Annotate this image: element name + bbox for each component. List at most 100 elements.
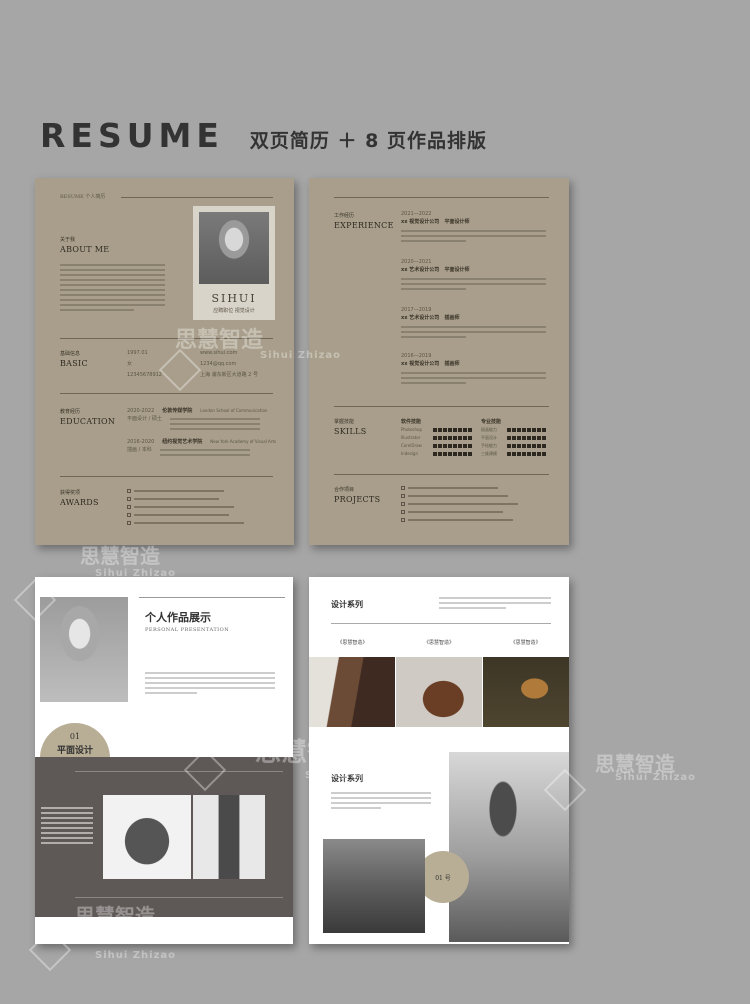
profile-position: 应聘职位 视觉设计 — [213, 308, 255, 314]
series-title-2: 设计系列 — [331, 773, 363, 783]
exp-company: xx 艺术设计公司 — [401, 267, 440, 273]
education-item: 2016-2020 纽约视觉艺术学院 New York Academy of V… — [127, 438, 277, 456]
edu-school-en: London School of Communication — [200, 408, 268, 413]
site-value: www.sihui.com — [200, 350, 238, 356]
education-section-label: 教育经历 EDUCATION — [60, 408, 115, 426]
awards-list — [127, 489, 244, 525]
caption: 《思慧智造》 — [337, 640, 368, 646]
header: RESUME 双页简历 ＋ 8 页作品排版 — [40, 116, 487, 155]
divider — [331, 623, 551, 624]
grass-photo-square — [323, 839, 425, 933]
portfolio-page-4: 设计系列 《思慧智造》 《思慧智造》 《思慧智造》 设计系列 01 号 — [309, 577, 569, 944]
edu-degree: 平面设计 / 硕士 — [127, 416, 162, 422]
divider — [121, 197, 273, 198]
profile-card: SIHUI 应聘职位 视觉设计 — [193, 206, 275, 320]
exp-company: xx 视觉设计公司 — [401, 219, 440, 225]
experience-section-label: 工作经历 EXPERIENCE — [334, 212, 394, 230]
watermark-text: 思慧智造 — [595, 752, 675, 776]
experience-item: 2021—2022 xx 视觉设计公司 平面设计师 — [401, 210, 546, 242]
header-title: RESUME — [40, 116, 224, 155]
about-label-en: ABOUT ME — [60, 245, 110, 254]
software-skills-label: 软件技能 — [401, 419, 422, 425]
caption: 《思慧智造》 — [510, 640, 541, 646]
skill-name: Photoshop — [401, 427, 423, 432]
experience-item: 2020—2021 xx 艺术设计公司 平面设计师 — [401, 258, 546, 290]
exp-date: 2020—2021 — [401, 259, 432, 265]
experience-item: 2017—2019 xx 艺术设计公司 插画师 — [401, 306, 546, 338]
experience-item: 2016—2019 xx 视觉设计公司 插画师 — [401, 352, 546, 384]
edu-school: 伦敦传媒学院 — [162, 408, 193, 414]
divider — [75, 897, 283, 898]
awards-label-cn: 获得奖项 — [60, 490, 81, 496]
profile-name: SIHUI — [211, 292, 257, 305]
edu-degree: 插画 / 本科 — [127, 447, 152, 453]
profile-photo — [199, 212, 269, 284]
skill-name: CorelDraw — [401, 443, 422, 448]
about-text — [60, 264, 165, 311]
edu-school-en: New York Academy of Visual Arts — [210, 439, 277, 444]
badge-text: 平面设计 — [56, 746, 93, 756]
skill-name: 三维建模 — [481, 451, 497, 456]
presentation-subtitle: PERSONAL PRESENTATION — [145, 627, 230, 633]
edu-date: 2016-2020 — [127, 439, 155, 445]
skills-label-cn: 掌握技能 — [334, 419, 355, 425]
resume-top-label: RESUME 个人简历 — [60, 194, 106, 200]
education-item: 2020-2022 伦敦传媒学院 London School of Commun… — [127, 407, 277, 430]
divider — [60, 393, 273, 394]
skill-bar — [507, 444, 546, 448]
skill-bar — [433, 428, 472, 432]
awards-section-label: 获得奖项 AWARDS — [60, 489, 99, 507]
skills-section-label: 掌握技能 SKILLS — [334, 418, 367, 436]
edu-school: 纽约视觉艺术学院 — [162, 439, 203, 445]
caption-row: 《思慧智造》 《思慧智造》 《思慧智造》 — [309, 639, 569, 646]
series-text-2 — [331, 792, 431, 809]
exp-role: 平面设计师 — [444, 267, 470, 273]
resume-page-2: 工作经历 EXPERIENCE 2021—2022 xx 视觉设计公司 平面设计… — [309, 178, 569, 545]
experience-label-en: EXPERIENCE — [334, 221, 394, 230]
skill-name: 手绘能力 — [481, 443, 497, 448]
divider — [334, 197, 549, 198]
skill-name: Illustrator — [401, 435, 421, 440]
divider — [334, 474, 549, 475]
watermark: 思慧智造 — [595, 748, 675, 777]
awards-label-en: AWARDS — [60, 498, 99, 507]
exp-role: 插画师 — [444, 315, 460, 321]
pro-skills: 专业技能 插画能力 平面设计 手绘能力 三维建模 — [481, 418, 546, 458]
basic-info-right: www.sihui.com 1234@qq.com 上海 浦东新区大道路 2 号 — [200, 348, 258, 381]
badge-number: 01 — [69, 732, 81, 741]
skill-bar — [433, 452, 472, 456]
dark-band — [35, 757, 293, 917]
skill-bar — [433, 444, 472, 448]
shirt-photo — [103, 795, 191, 879]
divider — [334, 406, 549, 407]
exp-date: 2017—2019 — [401, 307, 432, 313]
divider — [75, 771, 283, 772]
divider — [139, 597, 285, 598]
presentation-title: 个人作品展示 — [145, 611, 211, 624]
basic-label-cn: 基础信息 — [60, 351, 81, 357]
divider — [60, 338, 273, 339]
exp-date: 2016—2019 — [401, 353, 432, 359]
projects-list — [401, 486, 518, 522]
skill-name: Indesign — [401, 451, 418, 456]
gender-value: 女 — [127, 361, 133, 367]
exp-role: 平面设计师 — [444, 219, 470, 225]
skill-bar — [433, 436, 472, 440]
basic-info-left: 1997.01 女 12345678912 — [127, 348, 162, 381]
skills-label-en: SKILLS — [334, 427, 367, 436]
watermark-text: Sihui Zhizao — [615, 772, 697, 783]
presentation-text — [145, 672, 275, 694]
coat-photo — [193, 795, 265, 879]
skill-bar — [507, 428, 546, 432]
email-value: 1234@qq.com — [200, 361, 237, 367]
basic-label-en: BASIC — [60, 359, 88, 368]
skill-name: 插画能力 — [481, 427, 497, 432]
exp-company: xx 艺术设计公司 — [401, 315, 440, 321]
skill-bar — [507, 452, 546, 456]
gallery-photo-3 — [483, 657, 569, 727]
caption: 《思慧智造》 — [423, 640, 454, 646]
watermark-text: Sihui Zhizao — [95, 950, 177, 961]
education-label-en: EDUCATION — [60, 417, 116, 426]
series-text — [439, 597, 551, 609]
experience-label-cn: 工作经历 — [334, 213, 355, 219]
